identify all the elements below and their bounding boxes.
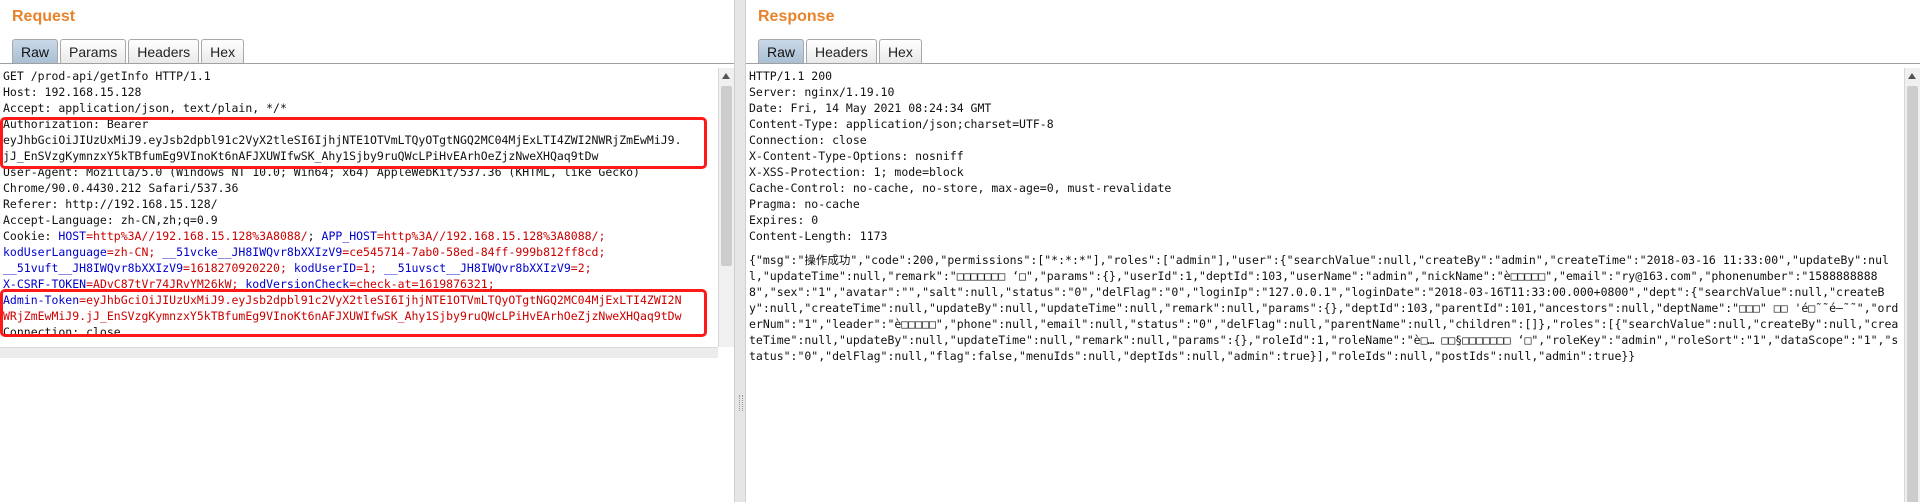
cookie-value: =2; bbox=[570, 261, 592, 275]
request-line: Accept-Language: zh-CN,zh;q=0.9 bbox=[3, 213, 218, 227]
request-line: Host: 192.168.15.128 bbox=[3, 85, 142, 99]
request-pane: Request Raw Params Headers Hex GET /prod… bbox=[0, 0, 734, 502]
request-vertical-scrollbar[interactable] bbox=[718, 68, 734, 347]
response-line: X-Content-Type-Options: nosniff bbox=[749, 149, 964, 163]
request-tab-raw[interactable]: Raw bbox=[12, 39, 59, 64]
response-tab-hex[interactable]: Hex bbox=[878, 39, 922, 64]
request-tab-params[interactable]: Params bbox=[60, 39, 127, 64]
response-line: Expires: 0 bbox=[749, 213, 819, 227]
response-line: HTTP/1.1 200 bbox=[749, 69, 833, 83]
request-line: Accept: application/json, text/plain, */… bbox=[3, 101, 287, 115]
response-tab-raw[interactable]: Raw bbox=[758, 39, 805, 64]
authorization-highlight-box bbox=[0, 117, 707, 169]
request-line: Referer: http://192.168.15.128/ bbox=[3, 197, 218, 211]
cookie-value: =http%3A//192.168.15.128%3A8088/ bbox=[86, 229, 308, 243]
response-line: Cache-Control: no-cache, no-store, max-a… bbox=[749, 181, 1172, 195]
admin-token-highlight-box bbox=[0, 289, 707, 337]
response-line: X-XSS-Protection: 1; mode=block bbox=[749, 165, 964, 179]
cookie-key: kodUserLanguage bbox=[3, 245, 107, 259]
cookie-key: __51vcke__JH8IWQvr8bXXIzV9 bbox=[162, 245, 343, 259]
cookie-key: kodUserID bbox=[293, 261, 357, 275]
request-line: Chrome/90.0.4430.212 Safari/537.36 bbox=[3, 181, 239, 195]
cookie-line: __51vuft__JH8IWQvr8bXXIzV9=1618270920220… bbox=[3, 260, 718, 276]
request-scroll-thumb[interactable] bbox=[721, 86, 732, 266]
cookie-value: =zh-CN; bbox=[106, 245, 156, 259]
response-json-body: {"msg":"操作成功","code":200,"permissions":[… bbox=[749, 253, 1899, 363]
cookie-label: Cookie: bbox=[3, 229, 59, 243]
response-tab-headers[interactable]: Headers bbox=[806, 39, 877, 64]
response-editor[interactable]: HTTP/1.1 200 Server: nginx/1.19.10 Date:… bbox=[746, 68, 1904, 502]
request-title: Request bbox=[12, 8, 76, 25]
response-tab-underline bbox=[746, 63, 1920, 64]
cookie-value: =ce545714-7ab0-58ed-84ff-999b812ff8cd; bbox=[342, 245, 606, 259]
scroll-up-icon[interactable] bbox=[1908, 73, 1916, 79]
request-tab-underline bbox=[0, 63, 734, 64]
response-vertical-scrollbar[interactable] bbox=[1904, 68, 1920, 502]
cookie-value: =1618270920220; bbox=[183, 261, 287, 275]
response-tabs: Raw Headers Hex bbox=[758, 39, 924, 64]
response-line: Date: Fri, 14 May 2021 08:24:34 GMT bbox=[749, 101, 992, 115]
pane-splitter[interactable] bbox=[734, 0, 746, 502]
response-line: Server: nginx/1.19.10 bbox=[749, 85, 895, 99]
cookie-line: kodUserLanguage=zh-CN; __51vcke__JH8IWQv… bbox=[3, 244, 718, 260]
cookie-key: __51uvsct__JH8IWQvr8bXXIzV9 bbox=[383, 261, 571, 275]
cookie-value: =1; bbox=[356, 261, 377, 275]
response-pane: Response Raw Headers Hex HTTP/1.1 200 Se… bbox=[746, 0, 1920, 502]
request-tab-hex[interactable]: Hex bbox=[201, 39, 245, 64]
cookie-line: Cookie: HOST=http%3A//192.168.15.128%3A8… bbox=[3, 229, 606, 243]
response-title: Response bbox=[758, 8, 835, 25]
splitter-grip-icon[interactable] bbox=[739, 395, 743, 411]
cookie-key: APP_HOST bbox=[321, 229, 377, 243]
request-horizontal-scrollbar[interactable] bbox=[0, 347, 718, 358]
request-tabs: Raw Params Headers Hex bbox=[12, 39, 246, 64]
cookie-value: =http%3A//192.168.15.128%3A8088/; bbox=[376, 229, 606, 243]
response-line: Content-Length: 1173 bbox=[749, 229, 888, 243]
response-line: Pragma: no-cache bbox=[749, 197, 860, 211]
response-line: Connection: close bbox=[749, 133, 867, 147]
request-line: GET /prod-api/getInfo HTTP/1.1 bbox=[3, 69, 211, 83]
response-line: Content-Type: application/json;charset=U… bbox=[749, 117, 1054, 131]
cookie-key: HOST bbox=[58, 229, 87, 243]
scroll-up-icon[interactable] bbox=[722, 73, 730, 79]
request-tab-headers[interactable]: Headers bbox=[128, 39, 200, 64]
response-scroll-thumb[interactable] bbox=[1907, 86, 1918, 502]
cookie-key: __51vuft__JH8IWQvr8bXXIzV9 bbox=[3, 261, 184, 275]
